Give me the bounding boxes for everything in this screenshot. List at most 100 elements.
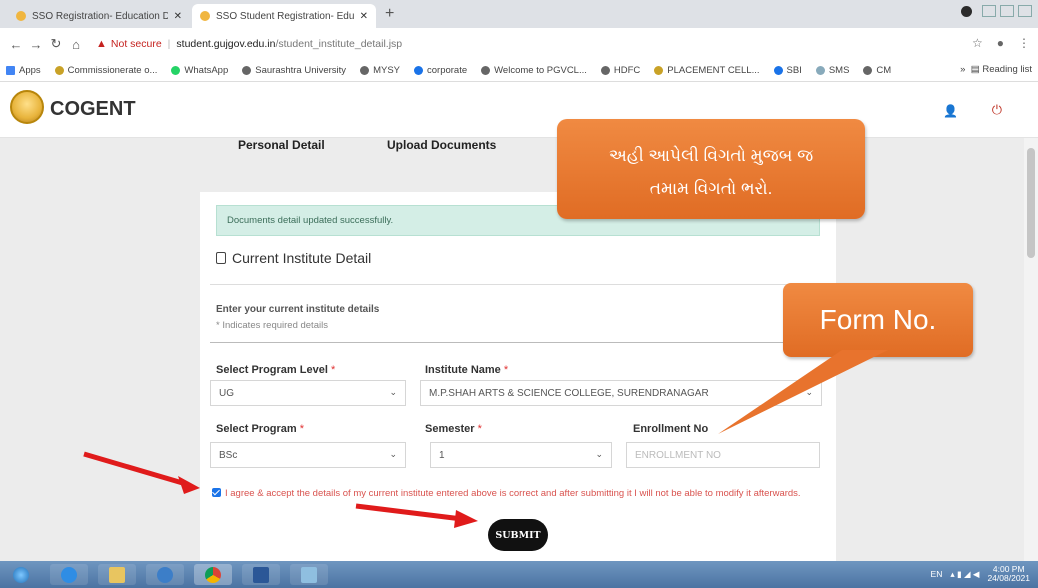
power-logout-icon[interactable]: ⏻ <box>992 102 1002 118</box>
enrollment-label: Enrollment No <box>633 423 709 435</box>
close-window-button[interactable] <box>1018 5 1032 17</box>
divider <box>210 284 820 285</box>
url-separator: | <box>167 38 171 50</box>
bookmark-favicon-icon <box>773 66 783 75</box>
chevron-down-icon: ⌄ <box>595 449 603 459</box>
app-icon <box>157 566 173 583</box>
divider <box>210 342 820 343</box>
system-tray: EN ▴ ▮ ◢ ◀ 4:00 PM 24/08/2021 <box>931 565 1030 583</box>
home-icon[interactable]: ⌂ <box>66 37 86 52</box>
bookmark-item[interactable]: corporate <box>414 65 467 76</box>
program-level-select[interactable]: UG ⌄ <box>210 380 406 406</box>
chevron-down-icon: ⌄ <box>805 387 813 397</box>
scrollbar-thumb[interactable] <box>1027 148 1035 258</box>
institute-name-label: Institute Name * <box>425 364 509 376</box>
semester-select[interactable]: 1 ⌄ <box>430 442 612 468</box>
globe-icon <box>863 66 873 75</box>
tab-title: SSO Registration- Education De <box>32 10 168 22</box>
taskbar-paint[interactable] <box>290 564 328 585</box>
browser-tab[interactable]: SSO Registration- Education De ✕ <box>8 4 190 28</box>
bookmark-apps[interactable]: Apps <box>6 65 41 76</box>
url-field[interactable]: ▲ Not secure | student.gujgov.edu.in /st… <box>96 38 402 50</box>
windows-logo-icon <box>13 566 29 583</box>
new-tab-icon[interactable]: + <box>385 5 394 23</box>
folder-icon <box>109 566 125 583</box>
tab-upload-documents[interactable]: Upload Documents <box>387 138 496 152</box>
close-tab-icon[interactable]: ✕ <box>360 11 368 22</box>
close-tab-icon[interactable]: ✕ <box>174 11 182 22</box>
url-path: /student_institute_detail.jsp <box>275 38 403 50</box>
instruction-callout: અહી આપેલી વિગતો મુજબ જ તમામ વિગતો ભરો. <box>557 119 865 219</box>
section-title: Current Institute Detail <box>232 250 372 266</box>
bookmark-favicon-icon <box>414 66 423 75</box>
warning-icon: ▲ <box>96 38 107 50</box>
bookmark-item[interactable]: MYSY <box>360 65 400 76</box>
windows-taskbar: EN ▴ ▮ ◢ ◀ 4:00 PM 24/08/2021 <box>0 561 1038 588</box>
taskbar-ie[interactable] <box>50 564 88 585</box>
bookmark-item[interactable]: WhatsApp <box>171 65 228 76</box>
taskbar-word[interactable] <box>242 564 280 585</box>
globe-icon <box>242 66 252 75</box>
callout-line-1: અહી આપેલી વિગતો મુજબ જ <box>608 146 814 165</box>
institute-name-select[interactable]: M.P.SHAH ARTS & SCIENCE COLLEGE, SURENDR… <box>420 380 822 406</box>
tray-icons[interactable]: ▴ ▮ ◢ ◀ <box>950 569 979 580</box>
bookmark-item[interactable]: Commissionerate o... <box>54 65 157 76</box>
submit-button[interactable]: SUBMIT <box>488 519 548 551</box>
enrollment-input[interactable]: ENROLLMENT NO <box>626 442 820 468</box>
section-header: Current Institute Detail <box>216 250 371 266</box>
language-indicator[interactable]: EN <box>931 569 943 579</box>
tab-personal-detail[interactable]: Personal Detail <box>238 138 325 152</box>
maximize-button[interactable] <box>1000 5 1014 17</box>
url-host: student.gujgov.edu.in <box>176 38 276 50</box>
address-bar-row: ← → ↻ ⌂ ▲ Not secure | student.gujgov.ed… <box>0 28 1038 60</box>
callout-line-2: તમામ વિગતો ભરો. <box>649 179 773 198</box>
window-controls <box>961 5 1032 17</box>
bookmark-item[interactable]: HDFC <box>600 65 640 76</box>
globe-icon <box>600 66 610 75</box>
start-button[interactable] <box>6 564 36 585</box>
agree-checkbox[interactable] <box>212 488 221 497</box>
clock[interactable]: 4:00 PM 24/08/2021 <box>987 565 1030 583</box>
cogent-logo <box>10 90 44 124</box>
bookmark-item[interactable]: CM <box>863 65 891 76</box>
form-intro: Enter your current institute details <box>216 304 380 315</box>
taskbar-chrome[interactable] <box>194 564 232 585</box>
reading-list[interactable]: » ▤ Reading list <box>960 64 1032 75</box>
forward-arrow-icon[interactable]: → <box>26 37 46 52</box>
app-header: COGENT 👤 ⏻ <box>0 82 1038 138</box>
profile-dot-icon[interactable] <box>961 5 972 17</box>
agreement: I agree & accept the details of my curre… <box>212 487 830 501</box>
tab-title: SSO Student Registration- Educ <box>216 10 354 22</box>
form-card <box>200 192 836 561</box>
bookmark-star-icon[interactable]: ☆ <box>972 36 983 50</box>
browser-tab-active[interactable]: SSO Student Registration- Educ ✕ <box>192 4 376 28</box>
bookmark-item[interactable]: Welcome to PGVCL... <box>481 65 587 76</box>
taskbar-explorer[interactable] <box>98 564 136 585</box>
program-label: Select Program * <box>216 423 305 435</box>
user-settings-icon[interactable]: 👤 <box>943 104 958 118</box>
profile-icon[interactable]: ● <box>997 36 1004 50</box>
form-no-callout: Form No. <box>783 283 973 357</box>
bookmark-item[interactable]: Saurashtra University <box>242 65 346 76</box>
reload-icon[interactable]: ↻ <box>46 36 66 52</box>
bookmark-item[interactable]: SBI <box>773 65 802 76</box>
bookmark-item[interactable]: SMS <box>815 65 849 76</box>
required-note: * Indicates required details <box>216 320 328 331</box>
address-bar-actions: ☆ ● ⋮ <box>972 36 1030 50</box>
apps-grid-icon <box>6 66 15 75</box>
taskbar-app[interactable] <box>146 564 184 585</box>
bookmark-item[interactable]: PLACEMENT CELL... <box>654 65 760 76</box>
paint-icon <box>301 566 317 583</box>
site-favicon-icon <box>16 11 26 21</box>
scrollbar[interactable] <box>1024 138 1038 561</box>
menu-dots-icon[interactable]: ⋮ <box>1018 36 1030 50</box>
back-arrow-icon[interactable]: ← <box>6 37 26 52</box>
bookmark-favicon-icon <box>654 66 664 75</box>
browser-tab-strip: SSO Registration- Education De ✕ SSO Stu… <box>0 0 1038 28</box>
ie-icon <box>61 566 77 583</box>
word-icon <box>253 566 269 583</box>
program-select[interactable]: BSc ⌄ <box>210 442 406 468</box>
program-level-label: Select Program Level * <box>216 364 336 376</box>
whatsapp-icon <box>171 66 181 75</box>
minimize-button[interactable] <box>982 5 996 17</box>
